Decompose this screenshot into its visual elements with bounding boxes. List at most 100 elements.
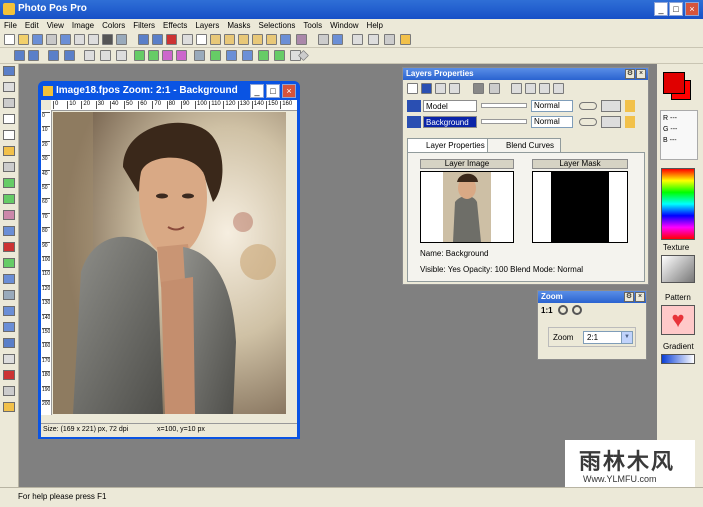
eraser-tool-icon[interactable] <box>3 242 15 252</box>
move-tool-icon[interactable] <box>3 98 15 108</box>
line-tool-icon[interactable] <box>3 354 15 364</box>
brush-tool-icon[interactable] <box>3 194 15 204</box>
cut-icon[interactable] <box>182 34 193 45</box>
paste-icon[interactable] <box>210 34 221 45</box>
menu-file[interactable]: File <box>0 19 21 32</box>
zoom-tool-icon[interactable] <box>3 82 15 92</box>
lock-icon[interactable] <box>601 116 621 128</box>
maximize-button[interactable]: □ <box>669 2 683 16</box>
resize-icon[interactable] <box>100 50 111 61</box>
transfer-icon[interactable] <box>296 34 307 45</box>
dodge-tool-icon[interactable] <box>3 386 15 396</box>
blur-icon[interactable] <box>242 50 253 61</box>
curves-icon[interactable] <box>210 50 221 61</box>
zoom-select[interactable]: 2:1 ▼ <box>583 331 633 344</box>
eyedropper-tool-icon[interactable] <box>3 162 15 172</box>
layout-icon[interactable] <box>352 34 363 45</box>
effects-icon[interactable] <box>274 50 285 61</box>
history-icon[interactable] <box>166 34 177 45</box>
pencil-icon[interactable] <box>400 34 411 45</box>
paste-selection-icon[interactable] <box>252 34 263 45</box>
zoom-panel-close-button[interactable]: × <box>635 292 645 302</box>
move-down-bottom-icon[interactable] <box>525 83 536 94</box>
options-icon[interactable] <box>332 34 343 45</box>
frame-icon[interactable] <box>384 34 395 45</box>
move-down-icon[interactable] <box>511 83 522 94</box>
color-spectrum[interactable] <box>661 168 695 240</box>
image-maximize-button[interactable]: □ <box>266 84 280 98</box>
clone-tool-icon[interactable] <box>3 226 15 236</box>
visibility-eye-icon[interactable] <box>407 116 421 128</box>
layer-properties-icon[interactable] <box>473 83 484 94</box>
print-icon[interactable] <box>74 34 85 45</box>
layer-row-model[interactable]: Model Normal <box>405 99 653 113</box>
chain-link-icon[interactable] <box>579 118 597 126</box>
flip-horizontal-icon[interactable] <box>48 50 59 61</box>
photo-canvas[interactable] <box>53 112 286 414</box>
layer-opacity-slider[interactable] <box>481 119 527 124</box>
text-tool-icon[interactable] <box>3 322 15 332</box>
levels-icon[interactable] <box>194 50 205 61</box>
blend-mode-select[interactable]: Normal <box>531 100 573 112</box>
open-icon[interactable] <box>18 34 29 45</box>
burn-tool-icon[interactable] <box>3 402 15 412</box>
fill-tool-icon[interactable] <box>3 258 15 268</box>
print-preview-icon[interactable] <box>88 34 99 45</box>
menu-view[interactable]: View <box>43 19 68 32</box>
chain-link-icon[interactable] <box>579 102 597 110</box>
camera-icon[interactable] <box>102 34 113 45</box>
copy-icon[interactable] <box>196 34 207 45</box>
chevron-down-icon[interactable]: ▼ <box>621 332 632 343</box>
menu-image[interactable]: Image <box>68 19 98 32</box>
layers-panel-options-button[interactable]: ⚙ <box>625 69 635 79</box>
menu-masks[interactable]: Masks <box>223 19 254 32</box>
menu-tools[interactable]: Tools <box>299 19 326 32</box>
menu-effects[interactable]: Effects <box>159 19 191 32</box>
shape-tool-icon[interactable] <box>3 338 15 348</box>
layer-effect-icon[interactable] <box>625 100 635 112</box>
zoom-actual-size-button[interactable]: 1:1 <box>541 306 553 315</box>
delete-layer-icon[interactable] <box>421 83 432 94</box>
move-up-icon[interactable] <box>539 83 550 94</box>
undo-icon[interactable] <box>138 34 149 45</box>
visibility-eye-icon[interactable] <box>407 100 421 112</box>
smudge-tool-icon[interactable] <box>3 290 15 300</box>
sharpen-tool-icon[interactable] <box>3 306 15 316</box>
save-all-icon[interactable] <box>60 34 71 45</box>
menu-selections[interactable]: Selections <box>254 19 299 32</box>
flip-vertical-icon[interactable] <box>64 50 75 61</box>
noise-icon[interactable] <box>258 50 269 61</box>
menu-help[interactable]: Help <box>363 19 387 32</box>
gradient-swatch[interactable] <box>661 354 695 364</box>
lock-icon[interactable] <box>601 100 621 112</box>
zoom-in-icon[interactable] <box>558 305 568 315</box>
minimize-button[interactable]: _ <box>654 2 668 16</box>
hue-icon[interactable] <box>176 50 187 61</box>
layer-effect-icon[interactable] <box>625 116 635 128</box>
new-icon[interactable] <box>4 34 15 45</box>
menu-colors[interactable]: Colors <box>98 19 129 32</box>
layer-opacity-slider[interactable] <box>481 103 527 108</box>
crop-icon[interactable] <box>84 50 95 61</box>
image-minimize-button[interactable]: _ <box>250 84 264 98</box>
zoom-panel-options-button[interactable]: ⚙ <box>624 292 634 302</box>
save-icon[interactable] <box>32 34 43 45</box>
blend-mode-select[interactable]: Normal <box>531 116 573 128</box>
red-eye-tool-icon[interactable] <box>3 370 15 380</box>
sharpen-icon[interactable] <box>226 50 237 61</box>
redo-icon[interactable] <box>152 34 163 45</box>
paste-new-icon[interactable] <box>224 34 235 45</box>
tools-icon[interactable] <box>318 34 329 45</box>
duplicate-layer-icon[interactable] <box>435 83 446 94</box>
layer-row-background[interactable]: Background Normal <box>405 115 653 129</box>
layer-cut-icon[interactable] <box>489 83 500 94</box>
texture-swatch[interactable] <box>661 255 695 283</box>
color-balance-icon[interactable] <box>162 50 173 61</box>
merge-layer-icon[interactable] <box>449 83 460 94</box>
menu-edit[interactable]: Edit <box>21 19 43 32</box>
rotate-right-icon[interactable] <box>28 50 39 61</box>
scan-icon[interactable] <box>46 34 57 45</box>
rotate-left-icon[interactable] <box>14 50 25 61</box>
pencil-tool-icon[interactable] <box>3 178 15 188</box>
paste-mask-icon[interactable] <box>266 34 277 45</box>
